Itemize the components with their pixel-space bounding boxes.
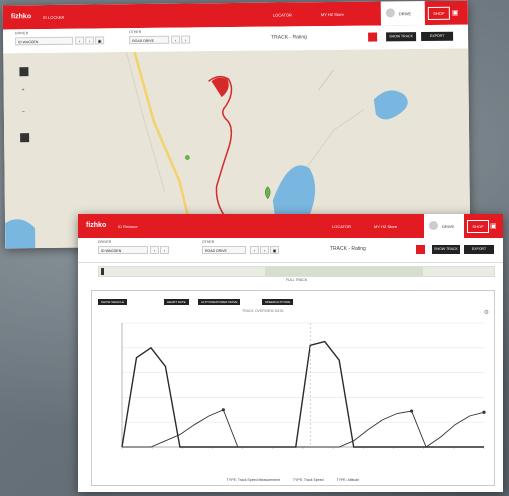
zoom-out-icon[interactable]: − <box>22 109 25 115</box>
chart-legend: TYPE: Track Speed Measurement TYPE: Trac… <box>92 478 494 482</box>
speed-altitude-button[interactable]: SPEED/ALTITUDE <box>262 299 294 305</box>
gear-icon[interactable]: ⚙ <box>484 309 489 316</box>
lake <box>5 219 36 249</box>
driver-select[interactable]: ID WAGGEN <box>98 246 148 254</box>
side-road <box>304 109 365 171</box>
avatar <box>429 221 438 230</box>
brand-logo[interactable]: fizhko <box>11 13 31 20</box>
chart-subtitle: TRACK OVERVIEW DATA <box>242 309 284 313</box>
nav-store[interactable]: MY HZ Store <box>321 12 344 17</box>
export-button[interactable]: EXPORT <box>421 31 454 42</box>
data-point <box>482 410 486 414</box>
brand-logo[interactable]: fizhko <box>86 222 106 229</box>
top-navigation-bar: fizhko ID Reissue LOCATOR MY HZ Store DR… <box>78 214 503 238</box>
nav-locator[interactable]: LOCATOR <box>332 224 351 229</box>
altitude-power-button[interactable]: ALTITUDE/POWER DRIVE <box>198 299 241 305</box>
prev-button-2[interactable]: ‹ <box>250 246 259 254</box>
zoom-handle-bottom[interactable] <box>20 133 30 143</box>
record-button[interactable] <box>416 245 425 254</box>
other-label: OTHER <box>202 240 215 244</box>
poi-marker[interactable] <box>184 155 190 161</box>
route-cluster <box>211 77 229 98</box>
user-menu[interactable]: DRIVE <box>380 1 425 26</box>
timeline-legend: FULL TRACK <box>286 278 308 282</box>
legend-item[interactable]: TYPE: Track Speed <box>293 478 324 482</box>
avatar <box>385 8 395 18</box>
nav-store[interactable]: MY HZ Store <box>374 224 397 229</box>
other-select[interactable]: ROAD DRIVE <box>202 246 246 254</box>
chart-window: fizhko ID Reissue LOCATOR MY HZ Store DR… <box>78 214 503 492</box>
data-point <box>221 408 225 412</box>
other-select[interactable]: ROAD DRIVE <box>129 35 170 45</box>
breadcrumb[interactable]: ID LOCKER <box>43 15 65 20</box>
show-track-button[interactable]: SHOW TRACK <box>386 32 417 42</box>
next-button[interactable]: › <box>85 36 95 45</box>
show-vehicle-button[interactable]: SHOW VEHICLE <box>98 299 128 305</box>
next-button[interactable]: › <box>160 246 169 254</box>
timeline-slider[interactable] <box>98 266 495 277</box>
line-chart[interactable] <box>92 317 494 467</box>
nav-locator[interactable]: LOCATOR <box>273 12 292 17</box>
calendar-button[interactable]: ▣ <box>95 36 105 45</box>
show-track-button[interactable]: SHOW TRACK <box>432 245 460 254</box>
prev-button-2[interactable]: ‹ <box>171 35 181 44</box>
timeline-range[interactable] <box>264 267 423 276</box>
next-button-2[interactable]: › <box>181 35 191 44</box>
data-point <box>410 409 414 413</box>
lake <box>373 90 408 120</box>
series-line <box>121 340 484 448</box>
user-name: DRIVE <box>398 11 412 17</box>
next-button-2[interactable]: › <box>260 246 269 254</box>
track-title: TRACK - Rating <box>330 246 366 252</box>
track-title: TRACK - Rating <box>271 34 307 41</box>
side-road <box>124 48 166 192</box>
record-button[interactable] <box>368 32 378 42</box>
user-name: DRIVE <box>442 224 455 229</box>
driver-label: DRIVER <box>15 31 29 36</box>
shop-button[interactable]: SHOP <box>427 6 450 20</box>
driver-select[interactable]: ID WAGGEN <box>15 36 74 46</box>
side-road <box>318 69 334 91</box>
legend-item[interactable]: TYPE: Altitude <box>337 478 360 482</box>
legend-item[interactable]: TYPE: Track Speed Measurement <box>227 478 280 482</box>
zoom-handle-top[interactable] <box>19 67 29 77</box>
cart-icon[interactable]: ▣ <box>452 9 459 17</box>
zoom-in-icon[interactable]: + <box>22 87 25 93</box>
export-button[interactable]: EXPORT <box>464 245 494 254</box>
user-menu[interactable]: DRIVE <box>424 214 464 238</box>
calendar-button[interactable]: ▣ <box>270 246 279 254</box>
cart-icon[interactable]: ▣ <box>490 222 497 230</box>
breadcrumb[interactable]: ID Reissue <box>118 224 138 229</box>
end-pin-icon[interactable] <box>264 186 271 200</box>
driver-label: DRIVER <box>98 240 112 244</box>
other-label: OTHER <box>129 29 142 35</box>
heart-rate-button[interactable]: HEART RATE <box>164 299 189 305</box>
filter-bar: DRIVER ID WAGGEN ‹ › OTHER ROAD DRIVE ‹ … <box>78 238 503 263</box>
chart-panel: SHOW VEHICLE HEART RATE ALTITUDE/POWER D… <box>91 290 495 486</box>
shop-button[interactable]: SHOP <box>467 220 489 233</box>
prev-button[interactable]: ‹ <box>75 36 85 45</box>
prev-button[interactable]: ‹ <box>150 246 159 254</box>
map-window: fizhko ID LOCKER LOCATOR MY HZ Store DRI… <box>2 0 471 249</box>
timeline-handle[interactable] <box>101 268 104 275</box>
